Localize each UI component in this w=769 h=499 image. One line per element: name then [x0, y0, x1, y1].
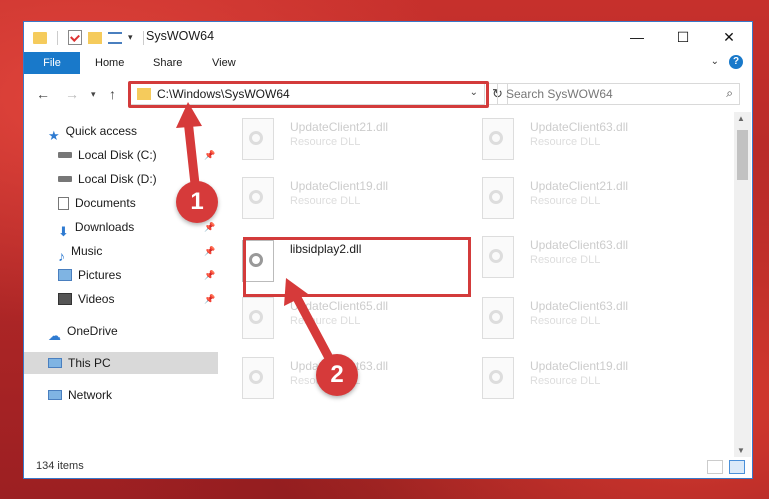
arrow-line-1 — [183, 115, 200, 189]
annotation-arrows — [176, 102, 333, 361]
arrow-line-2 — [291, 291, 333, 361]
arrow-head-1 — [176, 102, 202, 128]
